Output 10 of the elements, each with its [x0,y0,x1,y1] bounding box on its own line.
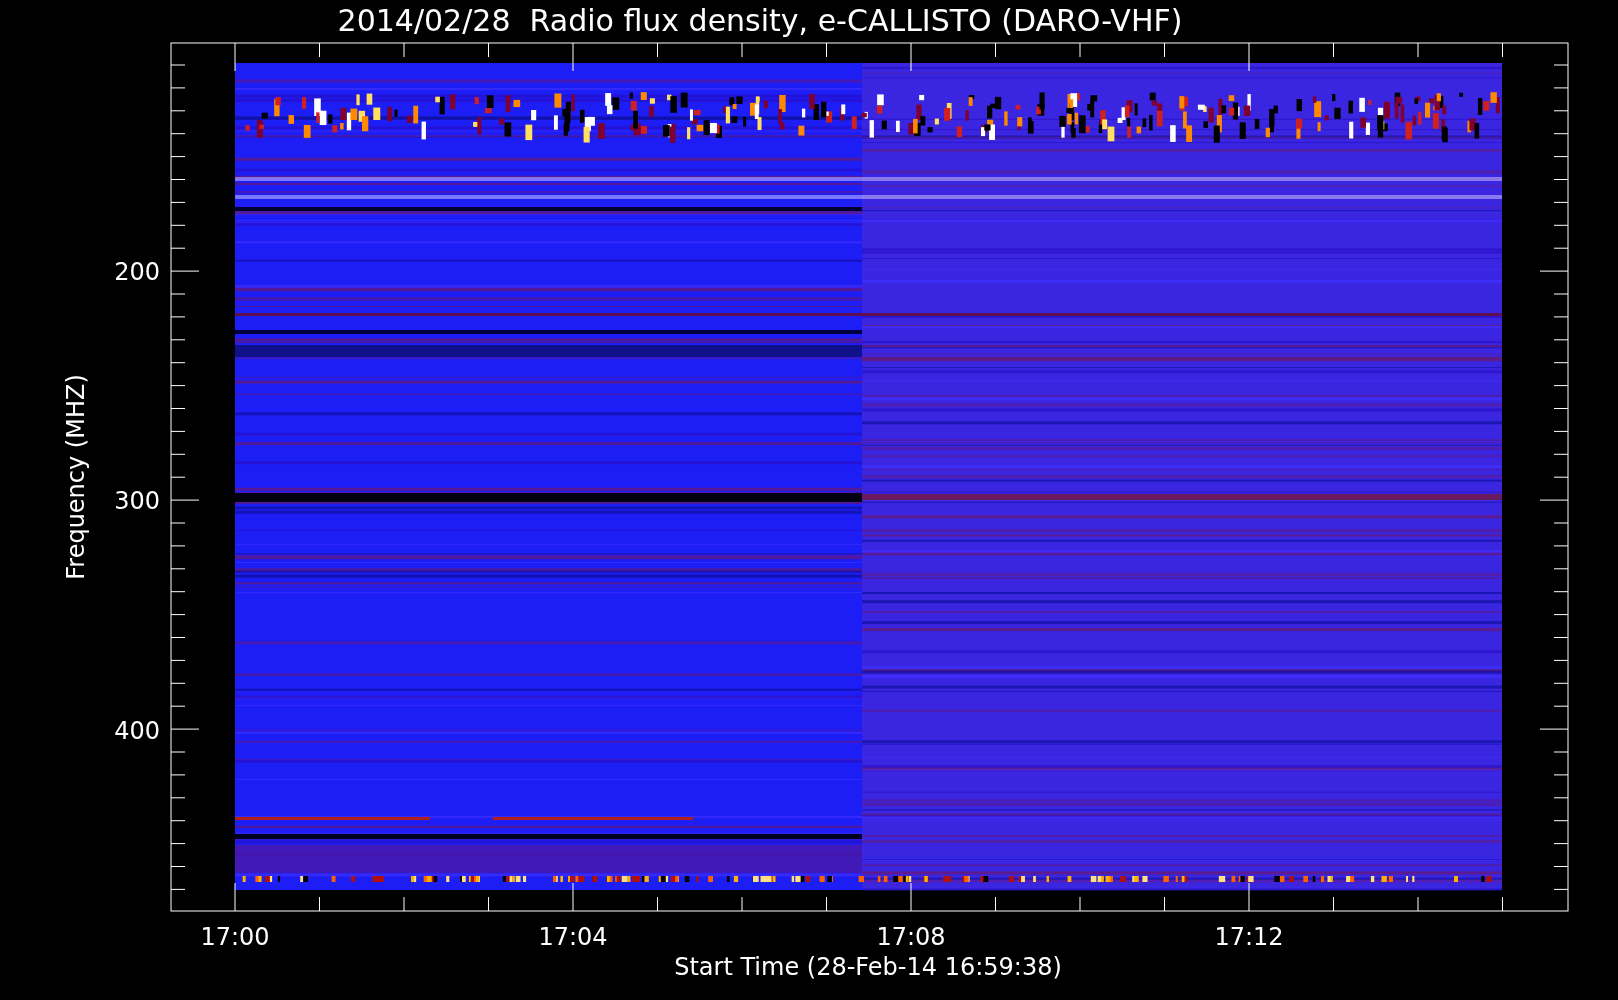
y-tick-label: 200 [114,258,160,286]
x-tick-label: 17:04 [538,923,608,951]
x-axis-label: Start Time (28-Feb-14 16:59:38) [674,953,1062,981]
y-axis-label: Frequency (MHZ) [62,374,90,580]
x-tick-label: 17:12 [1214,923,1284,951]
x-tick-label: 17:08 [876,923,946,951]
y-tick-label: 400 [114,717,160,745]
chart-title: 2014/02/28 Radio flux density, e-CALLISTO (DARO-VHF) [337,3,1183,38]
x-tick-label: 17:00 [200,923,270,951]
y-tick-label: 300 [114,487,160,515]
